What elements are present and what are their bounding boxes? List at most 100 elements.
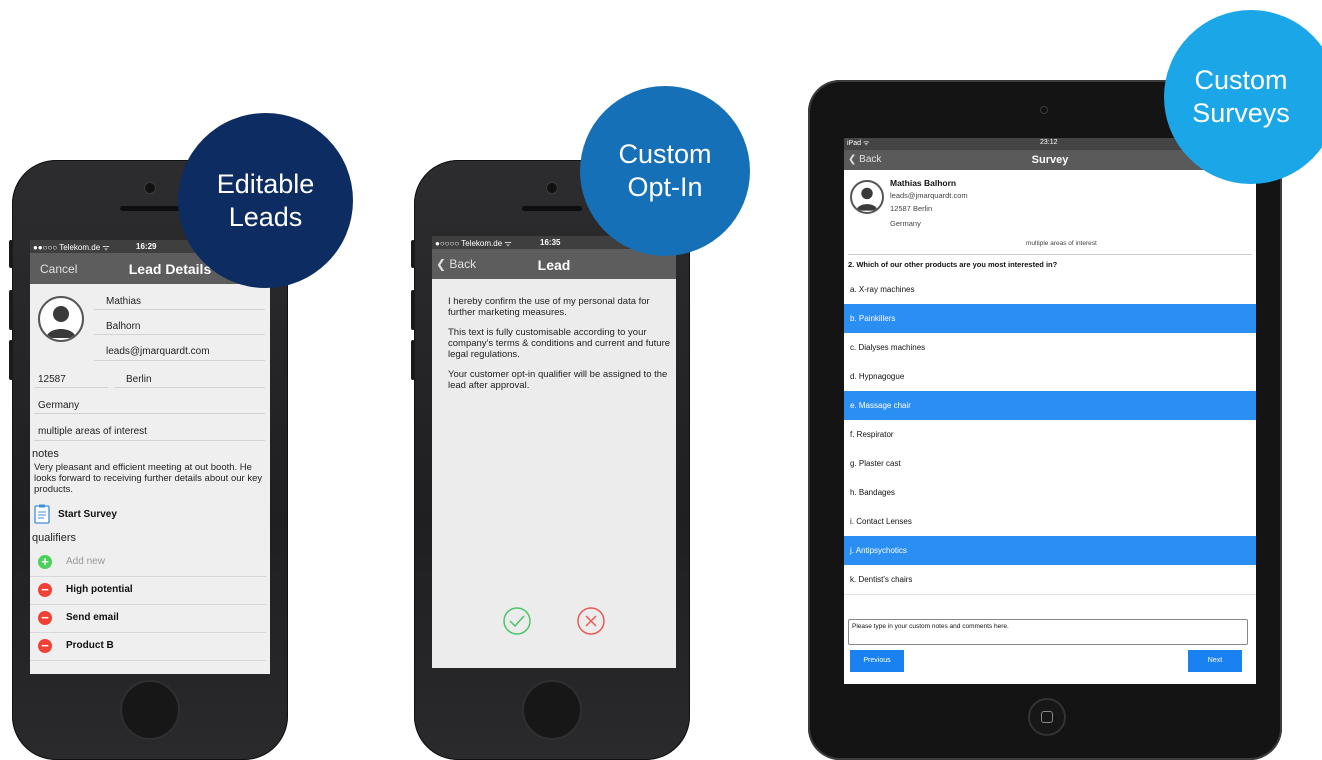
nav-bar: ❮ Back Lead — [432, 249, 676, 279]
carrier-text: ●●○○○ Telekom.de ᯤ — [33, 243, 110, 252]
home-square-icon — [1041, 711, 1053, 723]
home-button[interactable] — [120, 680, 180, 740]
notes-textarea[interactable]: Please type in your custom notes and com… — [848, 619, 1248, 645]
camera-icon — [1040, 106, 1048, 114]
badge-line: Surveys — [1192, 98, 1290, 128]
avatar[interactable] — [850, 180, 884, 214]
email-field[interactable]: leads@jmarquardt.com — [106, 346, 210, 357]
last-name-field[interactable]: Balhorn — [106, 321, 140, 332]
option-label: e. Massage chair — [850, 401, 911, 410]
survey-option-selected[interactable]: e. Massage chair — [844, 391, 1256, 421]
qualifier-row[interactable]: − High potential — [30, 576, 266, 605]
opt-in-text: I hereby confirm the use of my personal … — [448, 296, 670, 391]
speaker-grille — [522, 206, 582, 211]
divider — [94, 360, 265, 361]
next-button[interactable]: Next — [1188, 650, 1242, 672]
option-label: k. Dentist's chairs — [850, 575, 913, 584]
badge-line: Opt-In — [627, 172, 703, 202]
person-icon — [46, 306, 76, 338]
opt-in-screen: ●○○○○ Telekom.de ᯤ 16:35 ❮ Back Lead I h… — [432, 236, 676, 668]
option-label: d. Hypnagogue — [850, 372, 905, 381]
person-icon — [856, 187, 878, 211]
add-new-qualifier-row[interactable]: + Add new — [30, 548, 266, 577]
add-new-label: Add new — [66, 556, 105, 567]
survey-option[interactable]: g. Plaster cast — [844, 449, 1256, 479]
page-title: Lead — [537, 257, 571, 273]
country-field[interactable]: Germany — [38, 400, 79, 411]
time-text: 16:29 — [136, 242, 157, 251]
decline-button[interactable] — [576, 606, 606, 636]
notes-placeholder: Please type in your custom notes and com… — [852, 623, 1009, 630]
tablet-survey: iPad ᯤ 23:12 ❮ Back Survey Mathias Balho… — [808, 80, 1282, 760]
phone-side-button — [411, 340, 415, 380]
camera-icon — [546, 182, 558, 194]
qualifier-label: Send email — [66, 612, 119, 623]
plus-icon: + — [38, 555, 52, 569]
survey-option-selected[interactable]: b. Painkillers — [844, 304, 1256, 334]
city-field[interactable]: Berlin — [126, 374, 152, 385]
phone-side-button — [411, 240, 415, 268]
notes-text[interactable]: Very pleasant and efficient meeting at o… — [34, 462, 264, 495]
option-label: i. Contact Lenses — [850, 517, 912, 526]
option-label: j. Antipsychotics — [850, 546, 907, 555]
accept-button[interactable] — [502, 606, 532, 636]
home-button[interactable] — [522, 680, 582, 740]
start-survey-button[interactable]: Start Survey — [34, 504, 194, 524]
badge-line: Custom — [1194, 65, 1288, 95]
opt-in-paragraph: I hereby confirm the use of my personal … — [448, 296, 650, 318]
survey-option[interactable]: i. Contact Lenses — [844, 507, 1256, 537]
interest-field[interactable]: multiple areas of interest — [38, 426, 147, 437]
phone-side-button — [9, 340, 13, 380]
remove-icon[interactable]: − — [38, 583, 52, 597]
survey-screen: iPad ᯤ 23:12 ❮ Back Survey Mathias Balho… — [844, 138, 1256, 684]
first-name-field[interactable]: Mathias — [106, 296, 141, 307]
contact-email: leads@jmarquardt.com — [890, 191, 968, 200]
divider — [848, 254, 1252, 255]
device-text: iPad ᯤ — [847, 140, 870, 147]
lead-details-screen: ●●○○○ Telekom.de ᯤ 16:29 Cancel Lead Det… — [30, 240, 270, 674]
opt-in-paragraph: Your customer opt-in qualifier will be a… — [448, 369, 668, 391]
phone-side-button — [9, 240, 13, 268]
speaker-grille — [120, 206, 180, 211]
survey-option[interactable]: f. Respirator — [844, 420, 1256, 450]
qualifier-row[interactable]: − Send email — [30, 604, 266, 633]
survey-options: a. X-ray machines b. Painkillers c. Dial… — [844, 275, 1256, 603]
divider — [94, 334, 265, 335]
camera-icon — [144, 182, 156, 194]
time-text: 16:35 — [540, 238, 561, 247]
phone-side-button — [9, 290, 13, 330]
survey-option[interactable]: d. Hypnagogue — [844, 362, 1256, 392]
divider — [34, 440, 265, 441]
badge-line: Leads — [228, 201, 303, 232]
badge-line: Editable — [216, 168, 315, 199]
qualifier-row[interactable]: − Product B — [30, 632, 266, 661]
notes-label: notes — [32, 448, 59, 460]
home-button[interactable] — [1028, 698, 1066, 736]
avatar[interactable] — [38, 296, 84, 342]
time-text: 23:12 — [1040, 139, 1058, 146]
previous-button[interactable]: Previous — [850, 650, 904, 672]
contact-name: Mathias Balhorn — [890, 178, 957, 188]
zip-field[interactable]: 12587 — [38, 374, 66, 385]
survey-option[interactable]: h. Bandages — [844, 478, 1256, 508]
qualifiers-label: qualifiers — [32, 532, 77, 544]
clipboard-icon — [34, 504, 50, 524]
survey-option[interactable]: c. Dialyses machines — [844, 333, 1256, 363]
divider — [34, 387, 108, 388]
divider — [34, 413, 265, 414]
qualifier-label: Product B — [66, 640, 114, 651]
divider — [94, 309, 265, 310]
option-label: h. Bandages — [850, 488, 895, 497]
remove-icon[interactable]: − — [38, 639, 52, 653]
option-label: g. Plaster cast — [850, 459, 901, 468]
survey-option[interactable]: k. Dentist's chairs — [844, 565, 1256, 595]
option-label: a. X-ray machines — [850, 285, 915, 294]
x-circle-icon — [577, 607, 605, 635]
remove-icon[interactable]: − — [38, 611, 52, 625]
survey-option[interactable]: a. X-ray machines — [844, 275, 1256, 305]
contact-interest: multiple areas of interest — [1026, 240, 1097, 247]
survey-question: 2. Which of our other products are you m… — [848, 260, 1058, 269]
survey-option-selected[interactable]: j. Antipsychotics — [844, 536, 1256, 566]
option-label: f. Respirator — [850, 430, 894, 439]
contact-country: Germany — [890, 219, 921, 228]
